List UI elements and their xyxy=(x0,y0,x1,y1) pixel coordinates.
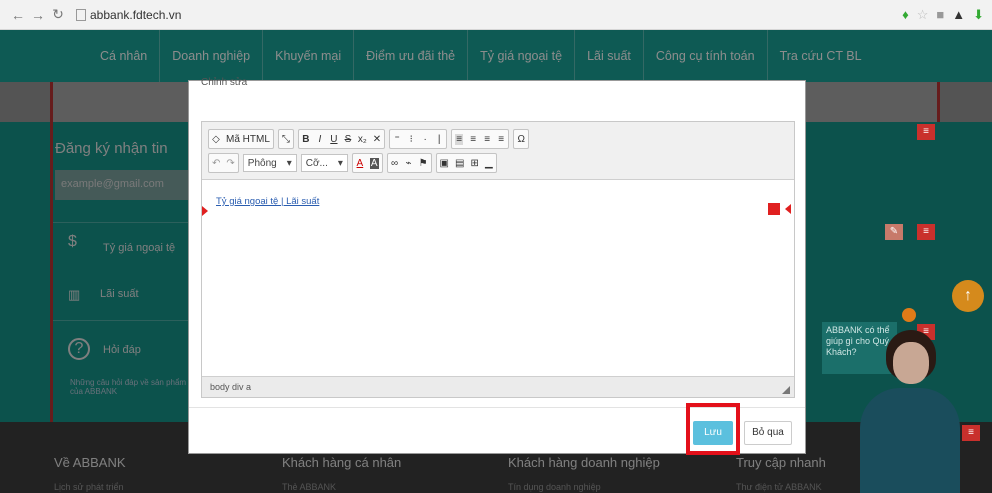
star-icon[interactable]: ☆ xyxy=(917,7,929,23)
rich-text-editor: ◇ Mã HTML ⤡ B I U S x₂ ✕ ⁼ ⁝ · | ≡ ≡ ≡ ≡… xyxy=(201,121,795,398)
content-link[interactable]: Tỷ giá ngoại tệ | Lãi suất xyxy=(216,196,319,207)
justify-icon[interactable]: ≡ xyxy=(497,134,505,145)
edit-modal: Chỉnh sửa ◇ Mã HTML ⤡ B I U S x₂ ✕ ⁼ ⁝ ·… xyxy=(188,77,806,455)
chevron-down-icon: ▾ xyxy=(337,157,343,169)
url-text: abbank.fdtech.vn xyxy=(90,7,182,22)
source-label: Mã HTML xyxy=(226,133,270,145)
extension-icon[interactable]: ♦ xyxy=(902,7,909,22)
anchor-icon[interactable]: ⚑ xyxy=(419,158,428,169)
browser-toolbar: ← → ↻ abbank.fdtech.vn ♦ ☆ ■ ▲ ⬇ xyxy=(0,0,992,30)
download-icon[interactable]: ⬇ xyxy=(973,7,984,23)
omega-icon: Ω xyxy=(517,133,525,145)
history-group: ↶ ↷ xyxy=(208,153,239,173)
bold-button[interactable]: B xyxy=(302,134,310,145)
menu-icon[interactable]: ≡ xyxy=(917,124,935,140)
size-select-label: Cỡ... xyxy=(305,157,328,169)
list-group: ⁼ ⁝ · | xyxy=(389,129,448,149)
browser-extension-icons: ♦ ☆ ■ ▲ ⬇ xyxy=(902,7,984,23)
link-icon[interactable]: ∞ xyxy=(391,158,399,169)
drop-marker-left-icon xyxy=(202,206,208,216)
align-right-icon[interactable]: ≡ xyxy=(483,134,491,145)
menu-icon[interactable]: ≡ xyxy=(917,224,935,240)
highlight-box xyxy=(686,403,740,455)
outdent-icon[interactable]: · xyxy=(421,134,429,145)
subscript-button[interactable]: x₂ xyxy=(358,134,367,145)
image-icon[interactable]: ▣ xyxy=(440,158,449,169)
indent-icon[interactable]: | xyxy=(435,134,443,145)
strike-button[interactable]: S xyxy=(344,134,352,145)
address-bar[interactable]: abbank.fdtech.vn xyxy=(76,8,181,22)
unlink-icon[interactable]: ⌁ xyxy=(405,158,413,169)
support-agent-avatar[interactable] xyxy=(850,330,970,493)
align-center-icon[interactable]: ≡ xyxy=(469,134,477,145)
drop-marker-right-icon xyxy=(768,203,780,215)
maximize-icon: ⤡ xyxy=(281,133,290,145)
bullet-list-icon[interactable]: ⁝ xyxy=(407,134,415,145)
resize-handle-icon[interactable] xyxy=(782,386,790,394)
editor-toolbar: ◇ Mã HTML ⤡ B I U S x₂ ✕ ⁼ ⁝ · | ≡ ≡ ≡ ≡… xyxy=(202,122,794,180)
back-icon[interactable]: ← xyxy=(8,7,28,23)
special-char-button[interactable]: Ω xyxy=(513,129,530,149)
bg-color-icon[interactable]: A xyxy=(369,157,379,169)
font-select-label: Phông xyxy=(247,157,277,169)
align-group: ≡ ≡ ≡ ≡ xyxy=(451,129,510,149)
page-icon xyxy=(76,8,86,21)
source-icon: ◇ xyxy=(212,133,220,145)
underline-button[interactable]: U xyxy=(330,134,338,145)
color-group: A A xyxy=(351,153,383,173)
horizontal-rule-icon[interactable]: ▁ xyxy=(485,158,493,169)
insert-group: ▣ ▤ ⊞ ▁ xyxy=(435,153,497,173)
extension-icon[interactable]: ▲ xyxy=(952,7,965,22)
remove-format-button[interactable]: ✕ xyxy=(373,134,381,145)
reload-icon[interactable]: ↻ xyxy=(48,6,68,23)
editor-content-area[interactable]: Tỷ giá ngoại tệ | Lãi suất xyxy=(202,180,794,376)
chat-notification-badge xyxy=(902,308,916,322)
text-color-icon[interactable]: A xyxy=(356,158,364,169)
flash-icon[interactable]: ▤ xyxy=(455,158,464,169)
scroll-top-icon[interactable]: ↑ xyxy=(952,280,984,312)
undo-icon[interactable]: ↶ xyxy=(212,158,220,169)
align-left-icon[interactable]: ≡ xyxy=(455,133,464,145)
basic-style-group: B I U S x₂ ✕ xyxy=(297,129,386,149)
forward-icon[interactable]: → xyxy=(28,7,48,23)
editor-status-bar: body div a xyxy=(202,376,794,397)
modal-title: Chỉnh sửa xyxy=(201,77,248,88)
drop-marker-arrow-icon xyxy=(785,204,791,214)
source-button[interactable]: ◇ Mã HTML xyxy=(208,129,274,149)
size-select[interactable]: Cỡ... ▾ xyxy=(300,154,348,172)
skip-button[interactable]: Bỏ qua xyxy=(744,421,792,445)
chevron-down-icon: ▾ xyxy=(286,157,292,169)
numbered-list-icon[interactable]: ⁼ xyxy=(393,134,401,145)
font-select[interactable]: Phông ▾ xyxy=(242,154,297,172)
maximize-button[interactable]: ⤡ xyxy=(277,129,294,149)
redo-icon[interactable]: ↷ xyxy=(226,158,234,169)
extension-icon[interactable]: ■ xyxy=(936,7,944,22)
edit-icon[interactable]: ✎ xyxy=(885,224,903,240)
table-icon[interactable]: ⊞ xyxy=(470,158,478,169)
link-group: ∞ ⌁ ⚑ xyxy=(386,153,432,173)
element-path[interactable]: body div a xyxy=(210,382,251,392)
italic-button[interactable]: I xyxy=(316,134,324,145)
